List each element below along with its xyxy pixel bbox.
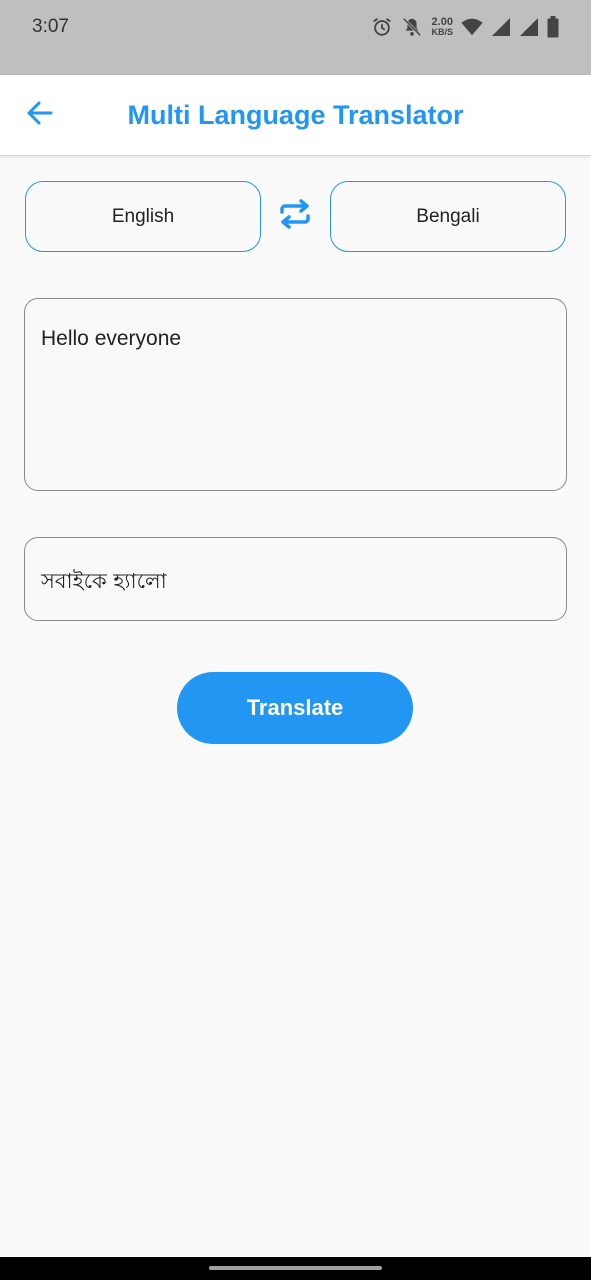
status-bar: 3:07 2.00 KB/S <box>0 0 591 75</box>
status-icons: 2.00 KB/S <box>371 14 559 40</box>
notifications-off-icon <box>401 16 423 38</box>
gesture-handle[interactable] <box>209 1266 382 1270</box>
arrow-back-icon <box>27 101 53 130</box>
target-language-label: Bengali <box>416 205 480 227</box>
page-title: Multi Language Translator <box>127 100 464 130</box>
source-language-label: English <box>111 205 175 227</box>
signal-icon <box>491 17 511 37</box>
source-text-value: Hello everyone <box>41 327 182 350</box>
system-navigation-bar <box>0 1257 591 1280</box>
battery-icon <box>547 16 559 38</box>
net-speed: 2.00 KB/S <box>431 16 453 37</box>
source-text-input[interactable]: Hello everyone <box>24 298 567 491</box>
translated-text-field[interactable]: সবাইকে হ্যালো <box>24 537 567 621</box>
wifi-icon <box>461 17 483 37</box>
app-bar: Multi Language Translator <box>0 75 591 156</box>
back-button[interactable] <box>18 93 62 137</box>
source-language-button[interactable]: English <box>25 181 261 252</box>
translated-text-value: সবাইকে হ্যালো <box>41 569 167 593</box>
swap-icon <box>278 198 312 234</box>
translate-button[interactable]: Translate <box>177 672 413 744</box>
alarm-icon <box>371 16 393 38</box>
signal-icon <box>519 17 539 37</box>
swap-languages-button[interactable] <box>274 195 316 237</box>
target-language-button[interactable]: Bengali <box>330 181 566 252</box>
status-time: 3:07 <box>32 16 69 37</box>
